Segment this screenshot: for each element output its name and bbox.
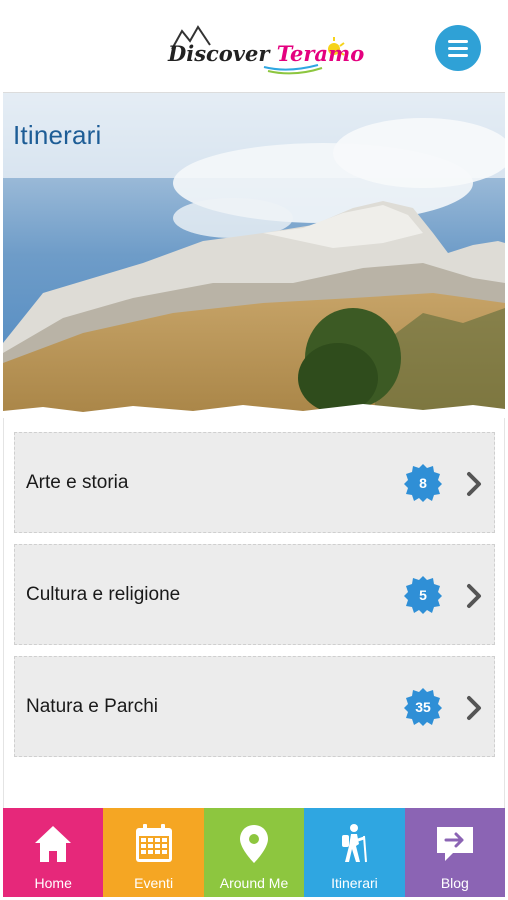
chevron-right-icon bbox=[467, 584, 481, 608]
chevron-right-icon bbox=[467, 472, 481, 496]
tab-itinerari[interactable]: Itinerari bbox=[304, 808, 405, 897]
logo-text-teramo: Teramo bbox=[276, 41, 365, 66]
count-badge: 5 bbox=[403, 575, 443, 615]
hamburger-icon-line bbox=[448, 46, 468, 50]
count-value: 8 bbox=[419, 475, 427, 491]
logo-text-discover: Discover bbox=[168, 41, 270, 66]
chat-bubble-icon bbox=[436, 827, 473, 861]
list-item-cultura-e-religione[interactable]: Cultura e religione 5 bbox=[14, 544, 495, 645]
list-item-label: Natura e Parchi bbox=[26, 696, 159, 717]
app-header: Discover Teramo bbox=[3, 3, 505, 93]
count-badge: 35 bbox=[403, 687, 443, 727]
bottom-tab-bar: Home Eventi Around Me Itinerari Blog bbox=[3, 808, 506, 897]
calendar-icon bbox=[135, 824, 172, 862]
tab-label: Home bbox=[34, 875, 72, 891]
tab-label: Around Me bbox=[219, 875, 289, 891]
tab-blog[interactable]: Blog bbox=[404, 808, 506, 897]
hamburger-icon-line bbox=[448, 53, 468, 57]
tab-label: Itinerari bbox=[331, 875, 378, 891]
itinerary-category-list: Arte e storia 8 Cultura e religione 5 Na… bbox=[14, 432, 495, 768]
home-icon bbox=[35, 826, 72, 862]
tab-home[interactable]: Home bbox=[3, 808, 104, 897]
list-item-arte-e-storia[interactable]: Arte e storia 8 bbox=[14, 432, 495, 533]
tab-around-me[interactable]: Around Me bbox=[203, 808, 305, 897]
page-title: Itinerari bbox=[13, 120, 102, 150]
hamburger-icon-line bbox=[448, 39, 468, 43]
hero-banner: Itinerari bbox=[3, 93, 505, 418]
count-badge: 8 bbox=[403, 463, 443, 503]
tab-label: Eventi bbox=[134, 875, 174, 891]
list-item-natura-e-parchi[interactable]: Natura e Parchi 35 bbox=[14, 656, 495, 757]
tab-eventi[interactable]: Eventi bbox=[103, 808, 204, 897]
hiker-icon bbox=[342, 824, 368, 863]
chevron-right-icon bbox=[467, 696, 481, 720]
discover-teramo-logo[interactable]: Discover Teramo bbox=[168, 21, 364, 81]
map-pin-icon bbox=[240, 825, 269, 863]
count-value: 5 bbox=[419, 587, 427, 603]
count-value: 35 bbox=[415, 699, 431, 715]
list-item-label: Arte e storia bbox=[26, 472, 129, 493]
tab-label: Blog bbox=[440, 875, 469, 891]
list-item-label: Cultura e religione bbox=[26, 584, 181, 605]
menu-button[interactable] bbox=[435, 25, 481, 71]
